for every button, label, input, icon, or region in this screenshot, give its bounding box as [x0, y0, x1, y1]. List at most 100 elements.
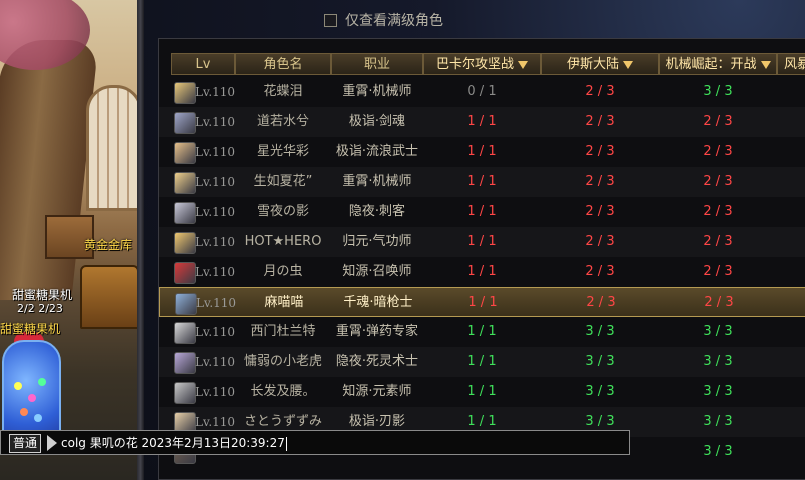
npc-label-candy-machine-title[interactable]: 甜蜜糖果机	[12, 286, 72, 303]
clear-count-mechanical: 3 / 3	[703, 84, 733, 99]
table-row[interactable]: Lv.110 道若水兮 极诣·剑魂 1 / 1 2 / 3 2 / 3	[159, 107, 805, 137]
clear-count-bakal: 1 / 1	[468, 295, 498, 310]
clear-count-mechanical: 2 / 3	[703, 264, 733, 279]
character-avatar-icon	[174, 202, 196, 224]
character-avatar-icon	[174, 352, 196, 374]
arched-window	[86, 85, 140, 211]
text-caret	[285, 436, 287, 451]
treasure-chest[interactable]	[80, 265, 139, 329]
header-dungeon-bakal[interactable]: 巴卡尔攻坚战	[423, 53, 541, 75]
character-table: Lv 角色名 职业 巴卡尔攻坚战 伊斯大陆 机械崛起：开战 风暴 Lv.110 花…	[158, 38, 805, 480]
header-name[interactable]: 角色名	[235, 53, 331, 75]
clear-count-mechanical: 3 / 3	[703, 354, 733, 369]
npc-label-candy-machine-count: 2/2 2/23	[17, 302, 63, 315]
channel-arrow-icon[interactable]	[47, 435, 57, 451]
table-row[interactable]: Lv.110 西门杜兰特 重霄·弹药专家 1 / 1 3 / 3 3 / 3	[159, 317, 805, 347]
character-avatar-icon	[174, 262, 196, 284]
table-row[interactable]: Lv.110 HOT★HERO 归元·气功师 1 / 1 2 / 3 2 / 3	[159, 227, 805, 257]
clear-count-isys: 3 / 3	[585, 324, 615, 339]
level-text: Lv.110	[195, 175, 235, 189]
level-cell: Lv.110	[171, 347, 235, 377]
table-row[interactable]: Lv.110 麻喵喵 千魂·暗枪士 1 / 1 2 / 3 2 / 3	[159, 287, 805, 317]
clear-count-mechanical: 3 / 3	[703, 444, 733, 459]
level-cell: Lv.110	[172, 288, 236, 318]
chat-input-bar[interactable]: 普通 colg 果叽の花 2023年2月13日20:39:27	[0, 430, 630, 455]
clear-count-mechanical: 2 / 3	[704, 295, 734, 310]
clear-count-bakal: 1 / 1	[467, 324, 497, 339]
level-text: Lv.110	[195, 85, 235, 99]
character-job: 重霄·机械师	[342, 174, 412, 189]
clear-count-mechanical: 2 / 3	[703, 114, 733, 129]
chat-channel-selector[interactable]: 普通	[9, 434, 42, 453]
level-cell: Lv.110	[171, 167, 235, 197]
header-dungeon-isys[interactable]: 伊斯大陆	[541, 53, 659, 75]
character-avatar-icon	[174, 382, 196, 404]
chat-input-text: colg 果叽の花 2023年2月13日20:39:27	[61, 436, 285, 450]
header-lv[interactable]: Lv	[171, 53, 235, 75]
character-job: 隐夜·刺客	[348, 204, 406, 219]
character-job: 隐夜·死灵术士	[335, 354, 419, 369]
character-job: 重霄·弹药专家	[335, 324, 419, 339]
level-cell: Lv.110	[171, 257, 235, 287]
header-dungeon-bakal-label: 巴卡尔攻坚战	[435, 57, 514, 72]
character-avatar-icon	[174, 112, 196, 134]
character-name: 西门杜兰特	[250, 324, 316, 339]
panel-divider	[137, 0, 144, 480]
table-row[interactable]: Lv.110 花蝶泪 重霄·机械师 0 / 1 2 / 3 3 / 3	[159, 77, 805, 107]
character-name: 生如夏花”	[253, 174, 313, 189]
table-row[interactable]: Lv.110 雪夜の影 隐夜·刺客 1 / 1 2 / 3 2 / 3	[159, 197, 805, 227]
clear-count-mechanical: 2 / 3	[703, 234, 733, 249]
header-dungeon-mechanical[interactable]: 机械崛起：开战	[659, 53, 777, 75]
clear-count-isys: 2 / 3	[585, 204, 615, 219]
clear-count-mechanical: 3 / 3	[703, 324, 733, 339]
chat-input[interactable]: colg 果叽の花 2023年2月13日20:39:27	[61, 431, 287, 455]
clear-count-bakal: 1 / 1	[467, 174, 497, 189]
table-header: Lv 角色名 职业 巴卡尔攻坚战 伊斯大陆 机械崛起：开战 风暴	[159, 53, 805, 75]
npc-label-candy-machine[interactable]: 甜蜜糖果机	[0, 320, 60, 337]
table-row[interactable]: Lv.110 长发及腰。 知源·元素师 1 / 1 3 / 3 3 / 3	[159, 377, 805, 407]
dropdown-arrow-icon[interactable]	[760, 60, 771, 69]
header-dungeon-isys-label: 伊斯大陆	[566, 57, 619, 72]
table-row[interactable]: Lv.110 月の虫 知源·召唤师 1 / 1 2 / 3 2 / 3	[159, 257, 805, 287]
tree-trunk	[0, 40, 99, 300]
table-row[interactable]: Lv.110 星光华彩 极诣·流浪武士 1 / 1 2 / 3 2 / 3	[159, 137, 805, 167]
clear-count-bakal: 1 / 1	[467, 144, 497, 159]
level-cell: Lv.110	[171, 317, 235, 347]
clear-count-isys: 2 / 3	[585, 174, 615, 189]
clear-count-isys: 3 / 3	[585, 354, 615, 369]
level-text: Lv.110	[196, 296, 236, 310]
clear-count-bakal: 1 / 1	[467, 264, 497, 279]
character-name: 花蝶泪	[263, 84, 303, 99]
game-scene: 黄金金库 甜蜜糖果机 2/2 2/23 甜蜜糖果机	[0, 0, 140, 480]
level-cell: Lv.110	[171, 197, 235, 227]
dropdown-arrow-icon[interactable]	[518, 60, 528, 69]
character-job: 归元·气功师	[342, 234, 412, 249]
header-dungeon-mechanical-label: 机械崛起：开战	[665, 57, 757, 72]
character-avatar-icon	[174, 82, 196, 104]
clear-count-isys: 2 / 3	[585, 84, 615, 99]
character-name: 星光华彩	[256, 144, 309, 159]
dropdown-arrow-icon[interactable]	[623, 60, 633, 69]
character-panel: 仅查看满级角色 Lv 角色名 职业 巴卡尔攻坚战 伊斯大陆 机械崛起：开战 风暴…	[144, 0, 805, 480]
character-name: 月の虫	[263, 264, 303, 279]
character-name: 慵弱の小老虎	[243, 354, 322, 369]
header-dungeon-storm[interactable]: 风暴	[777, 53, 805, 75]
character-job: 知源·召唤师	[342, 264, 412, 279]
character-name: 麻喵喵	[264, 295, 304, 310]
table-row[interactable]: Lv.110 生如夏花” 重霄·机械师 1 / 1 2 / 3 2 / 3	[159, 167, 805, 197]
max-level-filter[interactable]: 仅查看满级角色	[324, 10, 443, 30]
clear-count-mechanical: 2 / 3	[703, 144, 733, 159]
character-job: 重霄·机械师	[342, 84, 412, 99]
max-level-checkbox[interactable]	[324, 13, 337, 27]
level-cell: Lv.110	[171, 377, 235, 407]
clear-count-bakal: 1 / 1	[467, 114, 497, 129]
table-row[interactable]: Lv.110 慵弱の小老虎 隐夜·死灵术士 1 / 1 3 / 3 3 / 3	[159, 347, 805, 377]
character-job: 知源·元素师	[342, 384, 412, 399]
clear-count-bakal: 1 / 1	[467, 354, 497, 369]
clear-count-isys: 2 / 3	[585, 114, 615, 129]
clear-count-isys: 2 / 3	[585, 144, 615, 159]
header-job[interactable]: 职业	[331, 53, 423, 75]
max-level-filter-label: 仅查看满级角色	[345, 13, 443, 29]
npc-label-golden-vault[interactable]: 黄金金库	[84, 236, 132, 253]
level-cell: Lv.110	[171, 137, 235, 167]
